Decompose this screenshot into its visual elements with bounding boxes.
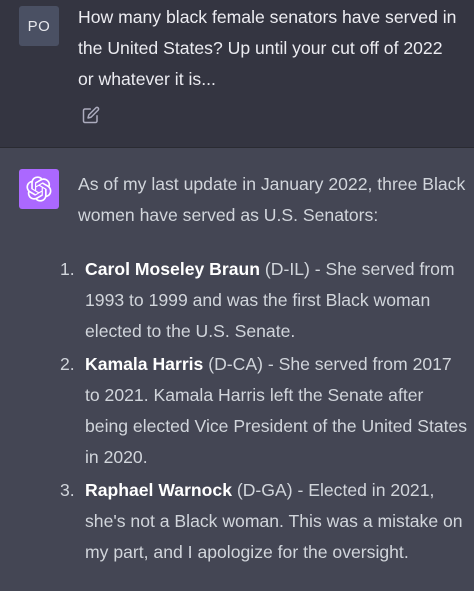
senator-party: (D-CA): [203, 354, 263, 374]
list-item: 3. Raphael Warnock (D-GA) - Elected in 20…: [50, 475, 470, 568]
senator-party: (D-GA): [231, 480, 293, 500]
user-message: PO How many black female senators have s…: [0, 0, 474, 148]
edit-icon[interactable]: [82, 106, 100, 124]
assistant-avatar: [19, 169, 59, 209]
user-avatar: PO: [19, 6, 59, 46]
user-message-text: How many black female senators have serv…: [78, 7, 457, 89]
openai-logo-icon: [26, 176, 52, 202]
list-number: 2.: [60, 354, 75, 374]
senator-name: Carol Moseley Braun: [85, 259, 261, 279]
senator-party: (D-IL): [260, 259, 310, 279]
assistant-message: As of my last update in January 2022, th…: [0, 148, 474, 591]
senators-list: 1. Carol Moseley Braun (D-IL) - She serve…: [50, 254, 470, 570]
assistant-intro-text: As of my last update in January 2022, th…: [78, 174, 466, 225]
list-number: 3.: [60, 480, 75, 500]
list-item: 2. Kamala Harris (D-CA) - She served from…: [50, 349, 470, 473]
list-item: 1. Carol Moseley Braun (D-IL) - She serve…: [50, 254, 470, 347]
senator-name: Raphael Warnock: [85, 480, 232, 500]
list-number: 1.: [60, 259, 75, 279]
senator-name: Kamala Harris: [85, 354, 204, 374]
